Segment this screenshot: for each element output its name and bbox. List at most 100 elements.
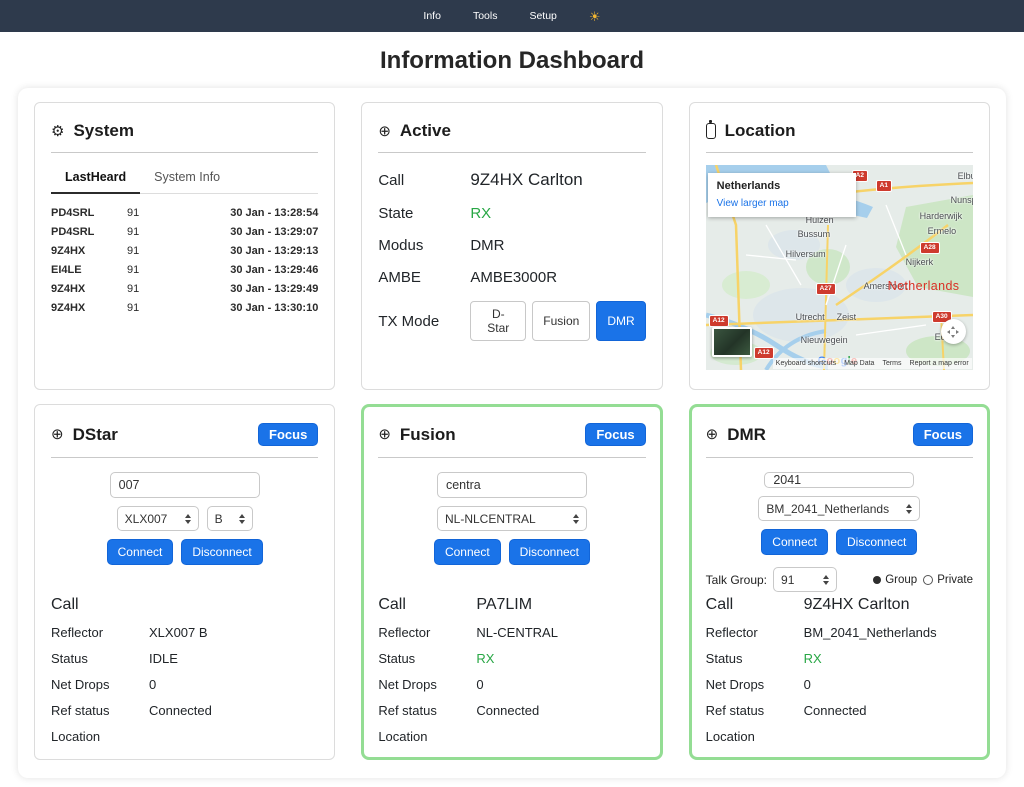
map-city-label: Harderwijk [920, 211, 963, 221]
lastheard-call: 9Z4HX [51, 283, 127, 295]
lastheard-row: 9Z4HX 91 30 Jan - 13:29:13 [51, 241, 318, 260]
dmr-info: Call 9Z4HX Carlton Reflector BM_2041_Net… [706, 596, 973, 744]
dmr-connect-button[interactable]: Connect [761, 529, 828, 555]
dstar-reflector-select[interactable]: XLX007 [117, 506, 199, 531]
fusion-reflector-label: Reflector [378, 625, 476, 640]
dmr-search-input[interactable] [764, 472, 914, 488]
terms-link[interactable]: Terms [882, 360, 901, 367]
dstar-disconnect-button[interactable]: Disconnect [181, 539, 262, 565]
lastheard-row: EI4LE 91 30 Jan - 13:29:46 [51, 260, 318, 279]
fusion-connect-button[interactable]: Connect [434, 539, 501, 565]
globe-icon: ⊕ [51, 427, 64, 442]
fusion-search-input[interactable] [437, 472, 587, 498]
dmr-netdrops-value: 0 [804, 677, 811, 692]
dstar-module-select[interactable]: B [207, 506, 253, 531]
lastheard-call: 9Z4HX [51, 245, 127, 257]
lastheard-talkgroup: 91 [127, 245, 215, 257]
lastheard-talkgroup: 91 [127, 283, 215, 295]
map-data-link[interactable]: Map Data [844, 360, 874, 367]
nav-tools[interactable]: Tools [473, 10, 498, 22]
battery-device-icon [706, 123, 716, 139]
satellite-view-thumbnail[interactable] [712, 327, 752, 357]
lastheard-talkgroup: 91 [127, 264, 215, 276]
google-map-embed[interactable]: Netherlands View larger map A2 A1 A28 A2… [706, 165, 973, 370]
lastheard-time: 30 Jan - 13:29:49 [230, 283, 318, 295]
dstar-status-value: IDLE [149, 651, 178, 666]
active-panel-title: Active [400, 121, 451, 141]
select-arrows-icon [573, 514, 579, 524]
dstar-connect-button[interactable]: Connect [107, 539, 174, 565]
keyboard-shortcuts-link[interactable]: Keyboard shortcuts [776, 360, 836, 367]
globe-icon: ⊕ [706, 427, 719, 442]
nav-info[interactable]: Info [423, 10, 441, 22]
dmr-status-label: Status [706, 651, 804, 666]
lastheard-call: EI4LE [51, 264, 127, 276]
sun-theme-icon[interactable]: ☀ [589, 10, 601, 23]
lastheard-call: PD4SRL [51, 207, 127, 219]
fusion-focus-button[interactable]: Focus [585, 423, 645, 446]
txmode-dstar-button[interactable]: D-Star [470, 301, 526, 341]
active-modus-value: DMR [470, 237, 504, 254]
dmr-call-value: 9Z4HX Carlton [804, 596, 910, 614]
lastheard-talkgroup: 91 [127, 302, 215, 314]
view-larger-map-link[interactable]: View larger map [717, 198, 847, 209]
dstar-search-input[interactable] [110, 472, 260, 498]
map-city-label: Nunspeet [951, 195, 973, 205]
radio-unchecked-icon [923, 575, 933, 585]
dmr-reflector-value: BM_2041_Netherlands [804, 625, 937, 640]
road-badge: A27 [816, 283, 836, 295]
dstar-panel-title: DStar [73, 425, 118, 445]
pan-control-button[interactable] [941, 319, 966, 344]
fusion-reflector-select[interactable]: NL-NLCENTRAL [437, 506, 587, 531]
report-map-error-link[interactable]: Report a map error [910, 360, 969, 367]
dmr-reflector-select[interactable]: BM_2041_Netherlands [758, 496, 920, 521]
dstar-panel: ⊕ DStar Focus XLX007 B Connect [34, 404, 335, 760]
map-city-label: Bussum [798, 229, 831, 239]
select-value: XLX007 [125, 512, 168, 526]
pan-arrows-icon [947, 326, 959, 338]
select-arrows-icon [906, 504, 912, 514]
txmode-fusion-button[interactable]: Fusion [532, 301, 590, 341]
fusion-panel: ⊕ Fusion Focus NL-NLCENTRAL Connect Disc… [361, 404, 662, 760]
system-tabs: LastHeard System Info [51, 161, 318, 194]
txmode-dmr-button[interactable]: DMR [596, 301, 645, 341]
road-badge: A12 [709, 315, 729, 327]
lastheard-row: 9Z4HX 91 30 Jan - 13:29:49 [51, 279, 318, 298]
dmr-reflector-label: Reflector [706, 625, 804, 640]
lastheard-call: PD4SRL [51, 226, 127, 238]
road-badge: A1 [876, 180, 892, 192]
map-city-label: Nieuwegein [801, 335, 848, 345]
map-info-card: Netherlands View larger map [708, 173, 856, 217]
fusion-disconnect-button[interactable]: Disconnect [509, 539, 590, 565]
group-radio-option[interactable]: Group [873, 574, 917, 586]
select-arrows-icon [823, 575, 829, 585]
fusion-info: Call PA7LIM Reflector NL-CENTRAL Status … [378, 596, 645, 744]
lastheard-table: PD4SRL 91 30 Jan - 13:28:54 PD4SRL 91 30… [51, 203, 318, 317]
talkgroup-row: Talk Group: 91 Group Private [706, 567, 973, 592]
dmr-call-label: Call [706, 596, 804, 614]
active-txmode-label: TX Mode [378, 313, 470, 330]
dmr-netdrops-label: Net Drops [706, 677, 804, 692]
fusion-reflector-value: NL-CENTRAL [476, 625, 558, 640]
map-city-label: Zeist [837, 312, 857, 322]
dstar-focus-button[interactable]: Focus [258, 423, 318, 446]
dmr-panel-header: ⊕ DMR Focus [706, 419, 973, 458]
gear-icon: ⚙ [51, 124, 64, 139]
dmr-panel: ⊕ DMR Focus BM_2041_Netherlands Connect … [689, 404, 990, 760]
talkgroup-select[interactable]: 91 [773, 567, 837, 592]
tab-lastheard[interactable]: LastHeard [51, 161, 140, 194]
private-radio-option[interactable]: Private [923, 574, 973, 586]
fusion-refstatus-label: Ref status [378, 703, 476, 718]
dmr-focus-button[interactable]: Focus [913, 423, 973, 446]
tab-system-info[interactable]: System Info [140, 161, 234, 193]
map-city-label: Hilversum [786, 249, 826, 259]
lastheard-row: PD4SRL 91 30 Jan - 13:28:54 [51, 203, 318, 222]
active-panel-header: ⊕ Active [378, 117, 645, 153]
nav-setup[interactable]: Setup [529, 10, 556, 22]
fusion-location-label: Location [378, 729, 476, 744]
fusion-call-label: Call [378, 596, 476, 614]
select-value: BM_2041_Netherlands [766, 502, 889, 516]
dmr-disconnect-button[interactable]: Disconnect [836, 529, 917, 555]
dmr-status-value: RX [804, 651, 822, 666]
system-panel-title: System [73, 121, 133, 141]
